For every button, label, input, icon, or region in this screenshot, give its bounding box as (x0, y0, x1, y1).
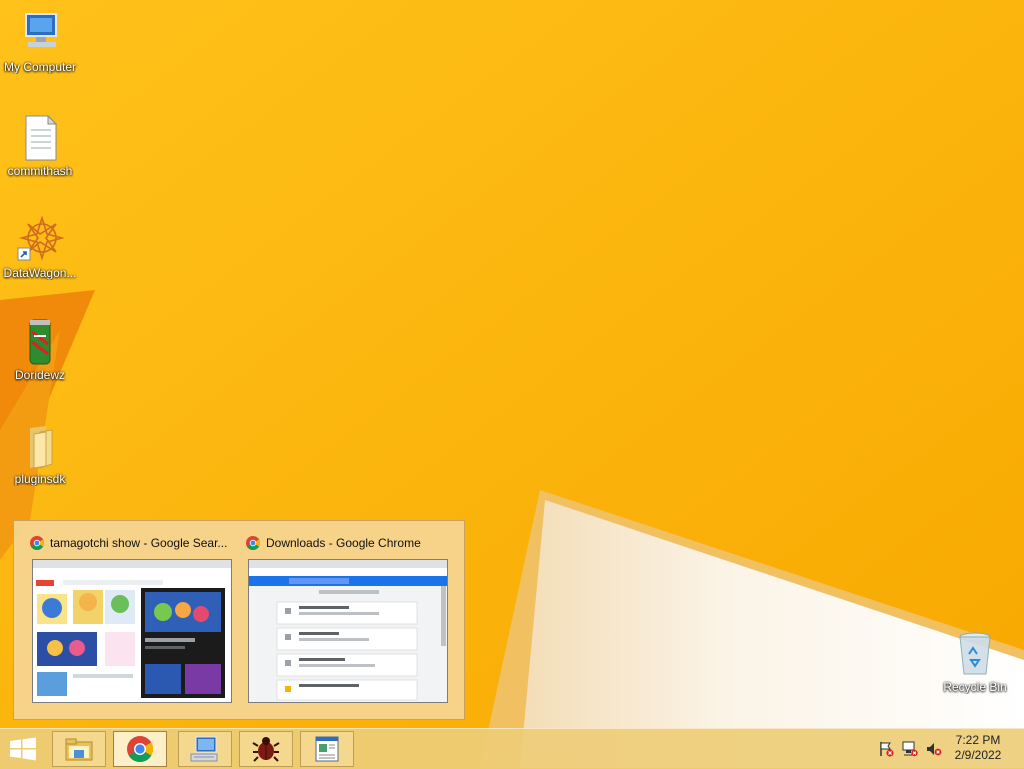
desktop-icon-recycle-bin[interactable]: Recycle Bin (935, 630, 1015, 694)
document-app-icon (315, 736, 339, 762)
file-explorer-icon (65, 738, 93, 761)
thumbnail-preview-image (248, 559, 448, 703)
chrome-icon (246, 536, 260, 550)
desktop-icon-doridewz[interactable]: Doridewz (0, 318, 80, 382)
desktop-icon-datawagon[interactable]: DataWagon... (0, 215, 80, 280)
taskbar-remote-desktop-button[interactable] (178, 731, 232, 767)
desktop-icon-label: Doridewz (14, 368, 65, 382)
desktop-icon-label: Recycle Bin (943, 680, 1007, 694)
desktop-icon-label: pluginsdk (14, 472, 66, 486)
chrome-icon (30, 536, 44, 550)
desktop-icon-pluginsdk[interactable]: pluginsdk (0, 422, 80, 486)
text-file-icon (16, 114, 64, 162)
thumbnail-title-text: Downloads - Google Chrome (266, 536, 421, 550)
chrome-icon (127, 736, 154, 763)
soda-can-icon (16, 318, 64, 366)
taskbar-chrome-button[interactable] (113, 731, 167, 767)
desktop-icon-commithash[interactable]: commithash (0, 114, 80, 178)
bug-app-icon (252, 737, 280, 762)
computer-icon (16, 10, 64, 58)
taskbar-thumbnail-popup: tamagotchi show - Google Sear... Downloa… (13, 520, 465, 720)
taskbar-bug-app-button[interactable] (239, 731, 293, 767)
desktop-icon-label: DataWagon... (3, 266, 77, 280)
datawagon-shortcut-icon (16, 215, 66, 264)
folder-icon (16, 422, 64, 470)
recycle-bin-icon (951, 630, 999, 678)
taskbar-document-app-button[interactable] (300, 731, 354, 767)
window-thumbnail[interactable]: Downloads - Google Chrome (246, 533, 448, 703)
thumbnail-title: tamagotchi show - Google Sear... (30, 533, 232, 553)
clock-time: 7:22 PM (955, 733, 1001, 747)
thumbnail-title: Downloads - Google Chrome (246, 533, 448, 553)
start-button[interactable] (6, 735, 40, 763)
volume-muted-icon[interactable] (926, 741, 942, 757)
remote-desktop-icon (190, 736, 218, 762)
desktop-icon-my-computer[interactable]: My Computer (0, 10, 80, 74)
desktop-icon-label: My Computer (3, 60, 77, 74)
thumbnail-title-text: tamagotchi show - Google Sear... (50, 536, 228, 550)
thumbnail-preview-image (32, 559, 232, 703)
window-thumbnail[interactable]: tamagotchi show - Google Sear... (30, 533, 232, 703)
network-icon[interactable] (902, 741, 918, 757)
taskbar-file-explorer-button[interactable] (52, 731, 106, 767)
action-center-flag-icon[interactable] (878, 741, 894, 757)
windows-logo-icon (10, 737, 36, 761)
taskbar-clock[interactable]: 7:22 PM 2/9/2022 (950, 733, 1006, 763)
clock-date: 2/9/2022 (954, 748, 1002, 762)
taskbar: 7:22 PM 2/9/2022 (0, 728, 1024, 769)
desktop-icon-label: commithash (7, 164, 73, 178)
